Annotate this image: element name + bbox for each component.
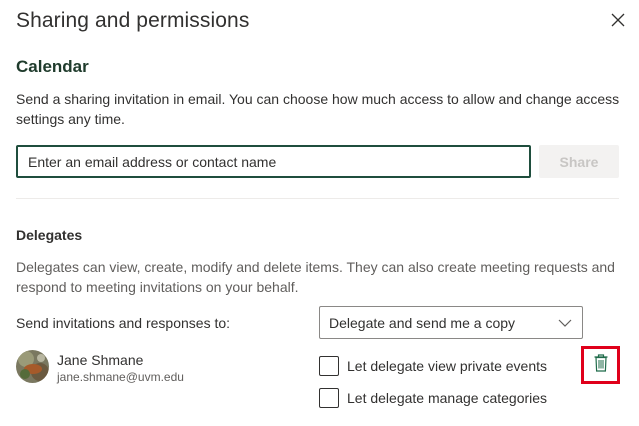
sharing-permissions-dialog: Sharing and permissions Calendar Send a … <box>0 0 639 426</box>
checkbox-label: Let delegate manage categories <box>347 390 548 406</box>
delete-delegate-button[interactable] <box>581 346 620 384</box>
close-button[interactable] <box>604 8 632 36</box>
send-invitations-label: Send invitations and responses to: <box>16 315 231 331</box>
dialog-title: Sharing and permissions <box>16 9 250 32</box>
delegates-section-title: Delegates <box>16 227 83 243</box>
trash-icon <box>594 353 608 377</box>
manage-categories-checkbox[interactable]: Let delegate manage categories <box>319 388 547 408</box>
calendar-description: Send a sharing invitation in email. You … <box>16 91 620 127</box>
avatar <box>16 350 49 383</box>
section-divider <box>16 198 619 199</box>
delegates-description: Delegates can view, create, modify and d… <box>16 259 615 295</box>
checkbox-label: Let delegate view private events <box>347 358 548 374</box>
close-icon <box>611 13 625 32</box>
checkbox-box[interactable] <box>319 388 339 408</box>
send-invitations-dropdown[interactable]: Delegate and send me a copy <box>319 306 583 339</box>
email-input[interactable] <box>16 145 531 178</box>
delegate-name: Jane Shmane <box>57 352 144 368</box>
delegate-email: jane.shmane@uvm.edu <box>57 370 184 384</box>
dropdown-selected-value: Delegate and send me a copy <box>329 314 516 331</box>
checkbox-box[interactable] <box>319 356 339 376</box>
chevron-down-icon <box>557 315 573 331</box>
share-button[interactable]: Share <box>539 145 619 178</box>
view-private-events-checkbox[interactable]: Let delegate view private events <box>319 356 547 376</box>
calendar-section-title: Calendar <box>16 57 89 76</box>
